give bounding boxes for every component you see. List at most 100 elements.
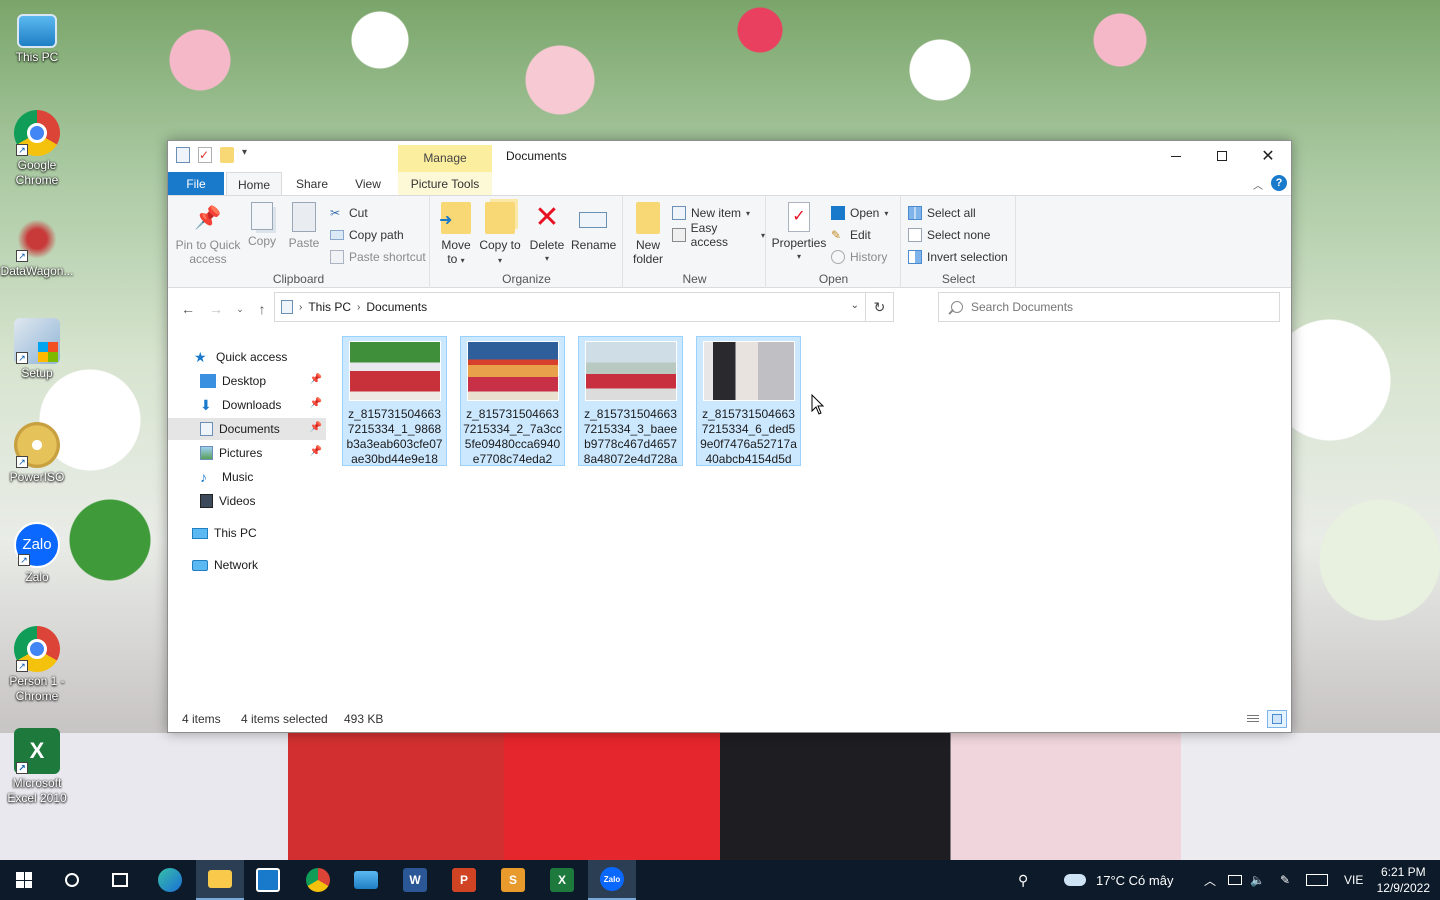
breadcrumb-documents[interactable]: Documents bbox=[366, 300, 427, 314]
search-box[interactable] bbox=[938, 292, 1280, 322]
desktop-icon-poweriso[interactable]: ↗ PowerISO bbox=[0, 422, 74, 485]
file-item[interactable]: z_8157315046637215334_1_9868b3a3eab603cf… bbox=[342, 336, 447, 466]
tab-view[interactable]: View bbox=[340, 172, 396, 196]
delete-dropdown-icon[interactable]: ▾ bbox=[527, 252, 567, 266]
nav-downloads[interactable]: ⬇ Downloads 📌 bbox=[168, 394, 326, 416]
taskbar-store[interactable] bbox=[244, 860, 292, 900]
properties-qat-icon[interactable] bbox=[176, 147, 190, 163]
large-icons-view-icon[interactable] bbox=[1267, 710, 1287, 728]
file-item[interactable]: z_8157315046637215334_3_baeeb9778c467d46… bbox=[578, 336, 683, 466]
desktop-icon-zalo[interactable]: Zalo ↗ Zalo bbox=[0, 522, 74, 585]
new-item-button[interactable]: New item ▾ bbox=[672, 204, 750, 222]
desktop-icon-setup[interactable]: ↗ Setup bbox=[0, 318, 74, 381]
task-view-button[interactable] bbox=[96, 860, 144, 900]
weather-widget[interactable]: 17°C Có mây bbox=[1064, 860, 1173, 900]
tab-share[interactable]: Share bbox=[284, 172, 340, 196]
desktop-icon-this-pc[interactable]: This PC bbox=[0, 10, 74, 65]
customize-qat-icon[interactable]: ▾ bbox=[242, 147, 252, 163]
tab-home[interactable]: Home bbox=[226, 172, 282, 196]
desktop-icon-google-chrome[interactable]: ↗ Google Chrome bbox=[0, 110, 74, 188]
invert-selection-button[interactable]: Invert selection bbox=[908, 248, 1008, 266]
easy-access-button[interactable]: Easy access ▾ bbox=[672, 221, 765, 249]
desktop-icon-datawagon[interactable]: ↗ DataWagon... bbox=[0, 216, 74, 279]
maximize-button[interactable] bbox=[1199, 141, 1245, 171]
select-all-button[interactable]: Select all bbox=[908, 204, 976, 222]
tab-file[interactable]: File bbox=[168, 172, 224, 196]
paste-shortcut-button[interactable]: Paste shortcut bbox=[330, 248, 426, 266]
move-to-button[interactable]: ➜ Move to ▾ bbox=[435, 202, 477, 268]
pen-icon[interactable]: ✎ bbox=[1280, 860, 1290, 900]
nav-this-pc[interactable]: This PC bbox=[168, 522, 326, 544]
nav-music[interactable]: ♪ Music bbox=[168, 466, 326, 488]
taskbar-excel[interactable]: X bbox=[538, 860, 586, 900]
pin-icon[interactable]: 📌 bbox=[310, 398, 322, 409]
taskbar-chrome[interactable] bbox=[294, 860, 342, 900]
details-view-icon[interactable] bbox=[1243, 710, 1263, 728]
pin-icon[interactable]: 📌 bbox=[310, 422, 322, 433]
minimize-button[interactable] bbox=[1153, 141, 1199, 171]
pin-quick-access-button[interactable]: 📌 Pin to Quick access bbox=[174, 202, 242, 266]
nav-documents[interactable]: Documents 📌 bbox=[168, 418, 326, 440]
cut-button[interactable]: ✂ Cut bbox=[330, 204, 368, 222]
paste-button[interactable]: Paste bbox=[286, 202, 322, 250]
copy-path-button[interactable]: Copy path bbox=[330, 226, 404, 244]
pin-icon[interactable]: 📌 bbox=[310, 446, 322, 457]
collapse-ribbon-icon[interactable]: ︿ bbox=[1253, 177, 1263, 192]
new-folder-button[interactable]: New folder bbox=[628, 202, 668, 266]
taskbar-powerpoint[interactable]: P bbox=[440, 860, 488, 900]
close-button[interactable]: ✕ bbox=[1245, 141, 1291, 171]
copy-to-button[interactable]: Copy to ▾ bbox=[479, 202, 521, 268]
taskbar-slides[interactable]: S bbox=[489, 860, 537, 900]
file-item[interactable]: z_8157315046637215334_6_ded59e0f7476a527… bbox=[696, 336, 801, 466]
taskbar-word[interactable]: W bbox=[391, 860, 439, 900]
nav-pictures[interactable]: Pictures 📌 bbox=[168, 442, 326, 464]
start-button[interactable] bbox=[0, 860, 48, 900]
people-icon[interactable]: ⚲ bbox=[1018, 860, 1028, 900]
back-arrow-icon[interactable]: ← bbox=[178, 299, 198, 319]
forward-arrow-icon[interactable]: → bbox=[206, 299, 226, 319]
nav-videos[interactable]: Videos bbox=[168, 490, 326, 512]
taskbar-zalo[interactable]: Zalo bbox=[588, 860, 636, 900]
breadcrumb-this-pc[interactable]: This PC bbox=[308, 300, 351, 314]
monitor-icon bbox=[354, 871, 378, 889]
properties-dropdown-icon[interactable]: ▾ bbox=[771, 250, 827, 264]
search-input[interactable] bbox=[971, 300, 1261, 314]
tab-picture-tools[interactable]: Picture Tools bbox=[398, 172, 492, 196]
nav-quick-access-label: Quick access bbox=[216, 350, 288, 364]
history-button[interactable]: History bbox=[831, 248, 887, 266]
open-button[interactable]: Open ▾ bbox=[831, 204, 888, 222]
copy-button[interactable]: Copy bbox=[244, 202, 280, 248]
address-dropdown-icon[interactable]: ⌄ bbox=[851, 300, 859, 311]
tab-manage[interactable]: Manage bbox=[398, 145, 492, 172]
language-indicator[interactable]: VIE bbox=[1344, 860, 1363, 900]
recent-locations-chevron-icon[interactable]: ⌄ bbox=[230, 299, 250, 319]
taskbar-file-explorer[interactable] bbox=[196, 860, 244, 900]
taskbar-edge[interactable] bbox=[146, 860, 194, 900]
nav-desktop[interactable]: Desktop 📌 bbox=[168, 370, 326, 392]
select-none-button[interactable]: Select none bbox=[908, 226, 990, 244]
taskbar-remote-desktop[interactable] bbox=[342, 860, 390, 900]
edit-button[interactable]: ✎ Edit bbox=[831, 226, 871, 244]
refresh-icon[interactable]: ↻ bbox=[865, 293, 893, 321]
address-bar[interactable]: › This PC › Documents ⌄ ↻ bbox=[274, 292, 894, 322]
up-arrow-icon[interactable]: ↑ bbox=[252, 299, 272, 319]
paste-icon bbox=[292, 202, 316, 232]
desktop-icon-person1-chrome[interactable]: ↗ Person 1 - Chrome bbox=[0, 626, 74, 704]
show-hidden-icons-chevron-icon[interactable]: ︿ bbox=[1204, 860, 1216, 900]
nav-quick-access[interactable]: ★ Quick access bbox=[168, 346, 326, 368]
new-folder-qat-icon[interactable] bbox=[220, 147, 234, 163]
pin-icon[interactable]: 📌 bbox=[310, 374, 322, 385]
clock[interactable]: 6:21 PM 12/9/2022 bbox=[1377, 864, 1430, 896]
nav-network[interactable]: Network bbox=[168, 554, 326, 576]
help-icon[interactable]: ? bbox=[1271, 175, 1287, 191]
file-item[interactable]: z_8157315046637215334_2_7a3cc5fe09480cca… bbox=[460, 336, 565, 466]
delete-button[interactable]: ✕ Delete ▾ bbox=[527, 202, 567, 266]
keyboard-icon[interactable] bbox=[1306, 860, 1328, 900]
desktop-icon-excel[interactable]: X ↗ Microsoft Excel 2010 bbox=[0, 728, 74, 806]
rename-button[interactable]: Rename bbox=[571, 202, 616, 252]
properties-button[interactable]: ✓ Properties ▾ bbox=[771, 202, 827, 264]
network-tray-icon[interactable] bbox=[1228, 860, 1242, 900]
search-button[interactable] bbox=[48, 860, 96, 900]
checkmark-qat-icon[interactable]: ✓ bbox=[198, 147, 212, 163]
volume-icon[interactable]: 🔈 bbox=[1250, 860, 1265, 900]
